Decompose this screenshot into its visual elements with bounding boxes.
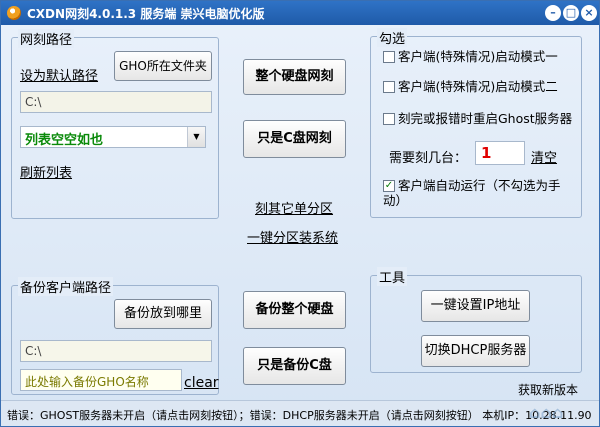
client-mode2-checkbox[interactable]: 客户端(特殊情况)启动模式二	[383, 76, 558, 95]
app-window: CXDN网刻4.0.1.3 服务端 崇兴电脑优化版 – □ × 网刻路径 设为默…	[0, 0, 600, 427]
netclone-path-group-label: 网刻路径	[18, 29, 75, 48]
app-logo-icon	[7, 6, 21, 20]
chevron-down-icon[interactable]: ▼	[187, 127, 205, 147]
backup-path-group-label: 备份客户端路径	[18, 277, 114, 296]
clone-count-label: 需要刻几台：	[389, 151, 468, 166]
auto-run-checkbox[interactable]: ✓ 客户端自动运行（不勾选为手动）	[383, 178, 573, 208]
minimize-button[interactable]: –	[545, 5, 561, 21]
client-mode1-checkbox[interactable]: 客户端(特殊情况)启动模式一	[383, 46, 558, 65]
whole-disk-clone-button[interactable]: 整个硬盘网刻	[243, 59, 346, 95]
restart-ghost-label: 刻完或报错时重启Ghost服务器	[398, 111, 573, 126]
image-list-select[interactable]: 列表空空如也 ▼	[20, 126, 206, 148]
tools-group-label: 工具	[377, 267, 408, 286]
image-list-selected-value: 列表空空如也	[25, 133, 104, 148]
refresh-list-link[interactable]: 刷新列表	[20, 162, 72, 181]
window-title: CXDN网刻4.0.1.3 服务端 崇兴电脑优化版	[27, 7, 265, 21]
clone-count-input[interactable]: 1	[475, 141, 525, 165]
watermark-logo: ⌂⌂⌂	[529, 403, 564, 422]
client-mode1-label: 客户端(特殊情况)启动模式一	[398, 49, 558, 64]
backup-name-input[interactable]: 此处输入备份GHO名称	[20, 369, 182, 391]
auto-run-box[interactable]: ✓	[383, 180, 395, 192]
restart-ghost-box[interactable]	[383, 113, 395, 125]
other-partition-link[interactable]: 刻其它单分区	[255, 198, 333, 217]
gho-folder-button[interactable]: GHO所在文件夹	[114, 51, 212, 81]
backup-c-drive-button[interactable]: 只是备份C盘	[243, 347, 346, 385]
partition-install-link[interactable]: 一键分区装系统	[247, 227, 338, 246]
client-mode2-box[interactable]	[383, 81, 395, 93]
backup-whole-disk-button[interactable]: 备份整个硬盘	[243, 291, 346, 329]
auto-run-label: 客户端自动运行（不勾选为手动）	[383, 178, 561, 208]
backup-name-clear-link[interactable]: clear	[184, 375, 219, 391]
client-mode1-box[interactable]	[383, 51, 395, 63]
c-drive-clone-button[interactable]: 只是C盘网刻	[243, 120, 346, 158]
set-default-path-link[interactable]: 设为默认路径	[20, 65, 98, 84]
title-bar[interactable]: CXDN网刻4.0.1.3 服务端 崇兴电脑优化版 – □ ×	[1, 1, 599, 25]
client-area: 网刻路径 设为默认路径 GHO所在文件夹 C:\ 列表空空如也 ▼ 刷新列表 整…	[1, 25, 599, 426]
restart-ghost-checkbox[interactable]: 刻完或报错时重启Ghost服务器	[383, 108, 572, 127]
switch-dhcp-button[interactable]: 切换DHCP服务器	[421, 335, 530, 367]
clear-count-link[interactable]: 清空	[531, 147, 557, 166]
backup-destination-button[interactable]: 备份放到哪里	[114, 299, 212, 329]
status-message: 错误：GHOST服务器未开启（请点击网刻按钮）；错误：DHCP服务器未开启（请点…	[7, 409, 592, 422]
close-button[interactable]: ×	[581, 5, 597, 21]
latest-version-link[interactable]: 获取新版本	[518, 381, 578, 398]
status-bar: 错误：GHOST服务器未开启（请点击网刻按钮）；错误：DHCP服务器未开启（请点…	[1, 400, 599, 426]
backup-path-field[interactable]: C:\	[20, 340, 212, 362]
maximize-button[interactable]: □	[563, 5, 579, 21]
client-mode2-label: 客户端(特殊情况)启动模式二	[398, 79, 558, 94]
set-ip-button[interactable]: 一键设置IP地址	[421, 290, 530, 322]
options-group-label: 勾选	[377, 28, 408, 47]
netclone-path-field[interactable]: C:\	[20, 91, 212, 113]
